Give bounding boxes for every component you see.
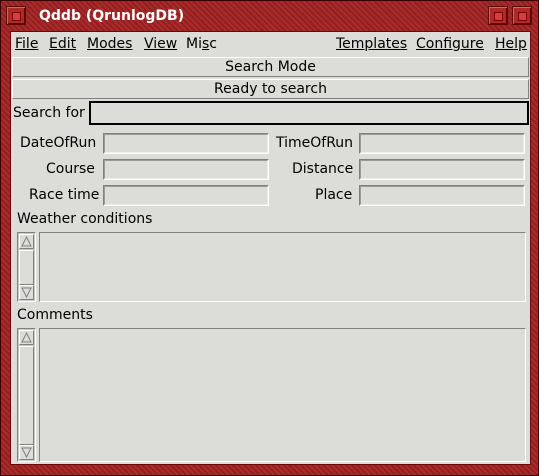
date-of-run-field[interactable] xyxy=(103,133,269,154)
search-label: Search for xyxy=(13,105,85,121)
weather-scrollbar[interactable] xyxy=(17,232,36,302)
place-label: Place xyxy=(315,187,353,203)
time-of-run-label: TimeOfRun xyxy=(276,135,354,151)
comments-textarea[interactable] xyxy=(39,328,526,462)
search-input[interactable] xyxy=(89,101,529,125)
scroll-up-arrow[interactable] xyxy=(19,330,34,345)
race-time-field[interactable] xyxy=(103,185,269,206)
comments-scrollbar[interactable] xyxy=(17,328,36,462)
course-label: Course xyxy=(46,161,95,177)
mode-indicator[interactable]: Search Mode xyxy=(12,57,529,77)
menu-modes[interactable]: Modes xyxy=(87,36,132,52)
weather-label: Weather conditions xyxy=(17,211,153,227)
time-of-run-field[interactable] xyxy=(359,133,525,154)
minimize-button[interactable] xyxy=(488,6,508,25)
maximize-icon xyxy=(518,12,527,21)
window-menu-button[interactable] xyxy=(6,6,26,25)
scroll-down-arrow[interactable] xyxy=(19,445,34,460)
arrow-up-icon xyxy=(21,332,32,343)
distance-label: Distance xyxy=(292,161,354,177)
arrow-down-icon xyxy=(21,447,32,458)
main-panel: File Edit Modes View Misc Templates Conf… xyxy=(10,31,531,465)
arrow-down-icon xyxy=(21,287,32,298)
arrow-up-icon xyxy=(21,236,32,247)
place-field[interactable] xyxy=(359,185,525,206)
maximize-button[interactable] xyxy=(512,6,532,25)
minimize-icon xyxy=(494,12,503,21)
comments-label: Comments xyxy=(17,307,93,323)
scroll-thumb[interactable] xyxy=(19,250,34,285)
race-time-label: Race time xyxy=(29,187,100,203)
menu-file[interactable]: File xyxy=(15,36,38,52)
distance-field[interactable] xyxy=(359,159,525,180)
course-field[interactable] xyxy=(103,159,269,180)
scroll-up-arrow[interactable] xyxy=(19,234,34,249)
scroll-down-arrow[interactable] xyxy=(19,285,34,300)
menu-edit[interactable]: Edit xyxy=(49,36,76,52)
scroll-thumb[interactable] xyxy=(19,346,34,445)
title-bar[interactable]: Qddb (QrunlogDB) xyxy=(1,1,538,31)
menu-help[interactable]: Help xyxy=(495,36,527,52)
menu-misc[interactable]: Misc xyxy=(186,36,217,52)
menu-templates[interactable]: Templates xyxy=(336,36,407,52)
window-title: Qddb (QrunlogDB) xyxy=(39,8,185,24)
menu-configure[interactable]: Configure xyxy=(416,36,484,52)
app-window: Qddb (QrunlogDB) File Edit Modes View Mi… xyxy=(0,0,539,476)
menu-bar: File Edit Modes View Misc Templates Conf… xyxy=(11,32,530,57)
weather-textarea[interactable] xyxy=(39,232,526,302)
date-of-run-label: DateOfRun xyxy=(20,135,97,151)
status-bar: Ready to search xyxy=(12,79,529,99)
window-menu-icon xyxy=(12,12,21,21)
menu-view[interactable]: View xyxy=(144,36,177,52)
